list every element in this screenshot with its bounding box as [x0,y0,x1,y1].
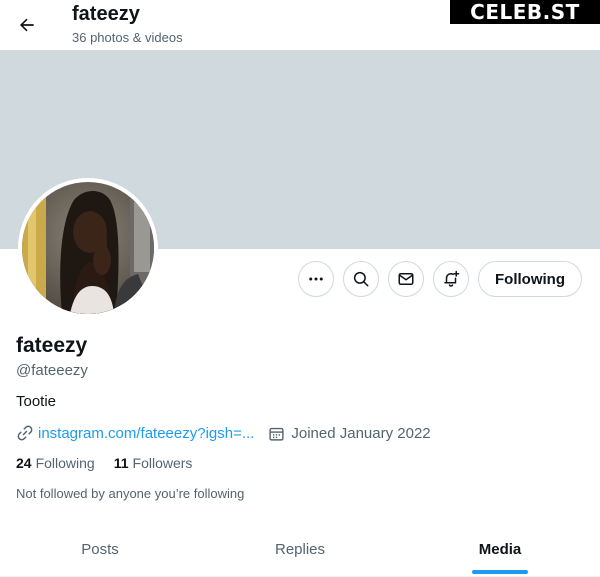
follow-counts: 24 Following 11 Followers [16,455,211,471]
user-handle: @fateeezy [16,362,88,379]
profile-bio: Tootie [16,393,57,410]
top-bar: fateezy 36 photos & videos CELEB.ST [0,0,600,50]
header-subtitle: 36 photos & videos [72,30,183,45]
link-icon [17,425,33,441]
header-title: fateezy [72,3,140,25]
tab-label: Media [478,540,522,558]
tab-label: Posts [81,540,119,558]
back-button[interactable] [10,8,44,42]
followers-count-link[interactable]: 11 Followers [114,455,193,471]
arrow-left-icon [19,18,34,32]
profile-tabs: Posts Replies Media [0,522,600,577]
join-date: Joined January 2022 [291,424,431,442]
tab-posts[interactable]: Posts [0,522,200,576]
more-button[interactable] [298,261,334,297]
display-name: fateezy [16,334,88,357]
bell-plus-icon [444,270,460,287]
followers-label: Followers [132,455,193,471]
following-button[interactable]: Following [478,261,582,297]
following-count-link[interactable]: 24 Following [16,455,95,471]
more-horizontal-icon [309,277,323,281]
following-count: 24 [16,455,32,471]
active-tab-indicator [472,570,528,574]
followers-you-know: Not followed by anyone you’re following [16,486,245,501]
message-button[interactable] [388,261,424,297]
profile-actions: Following [298,261,582,297]
envelope-icon [398,273,414,285]
tab-media[interactable]: Media [400,522,600,576]
avatar[interactable] [18,178,158,318]
avatar-photo [22,182,154,314]
followers-count: 11 [113,455,129,471]
watermark-logo: CELEB.ST [450,0,600,24]
tab-replies[interactable]: Replies [200,522,400,576]
search-icon [353,271,369,287]
tab-label: Replies [274,540,326,558]
search-button[interactable] [343,261,379,297]
following-label: Following [35,455,95,471]
calendar-icon [269,427,284,441]
notify-button[interactable] [433,261,469,297]
profile-meta: instagram.com/fateeezy?igsh=... Joined J… [16,424,431,442]
profile-link[interactable]: instagram.com/fateeezy?igsh=... [38,425,254,442]
